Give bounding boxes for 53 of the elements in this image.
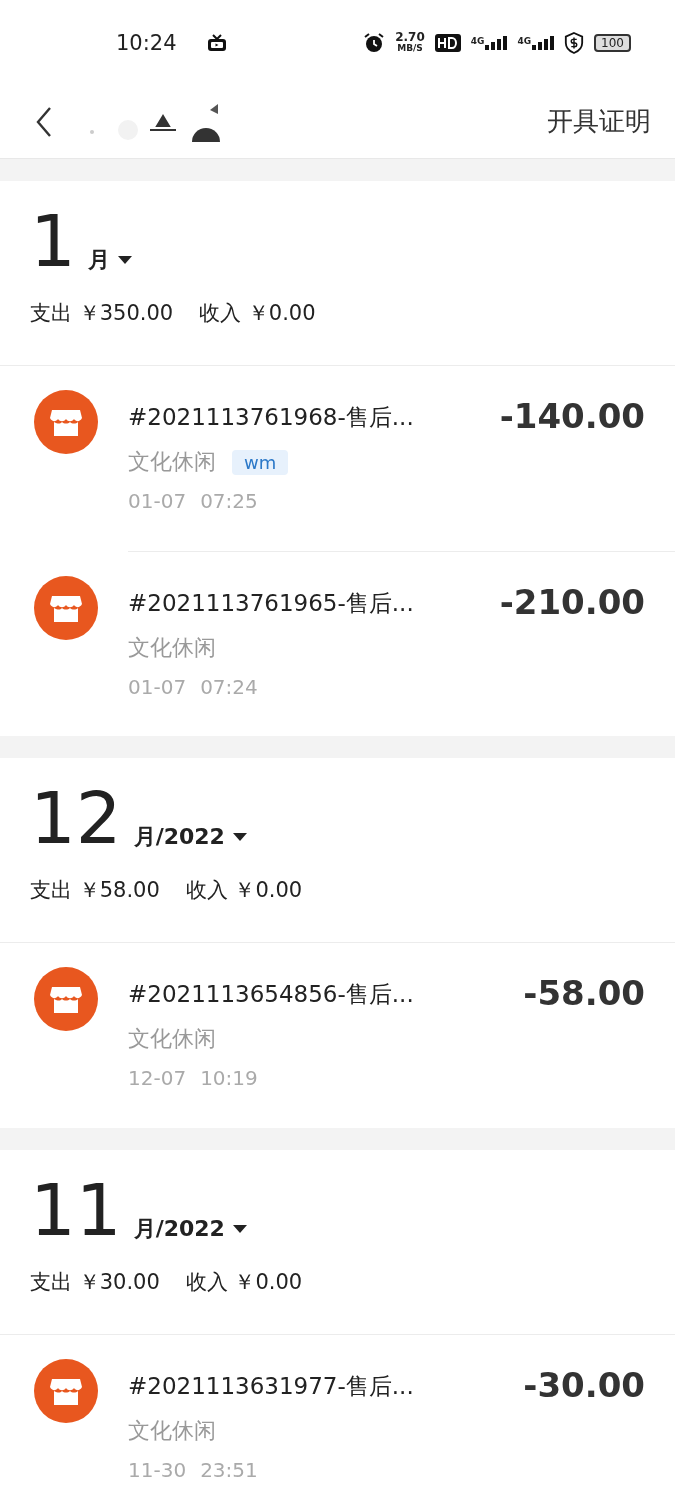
transaction-date: 01-07 xyxy=(128,489,187,513)
transaction-date: 11-30 xyxy=(128,1458,187,1482)
shop-icon xyxy=(34,576,98,640)
transaction-time: 23:51 xyxy=(200,1458,258,1482)
shop-icon xyxy=(34,967,98,1031)
tag: wm xyxy=(232,449,289,475)
network-label: 4G xyxy=(470,35,485,46)
speed-value: 2.70 xyxy=(395,31,425,43)
shop-icon xyxy=(34,1359,98,1423)
income-total: 收入 ￥0.00 xyxy=(199,300,316,327)
expense-total: 支出 ￥30.00 xyxy=(30,1269,160,1296)
status-time: 10:24 xyxy=(116,30,177,55)
signal-icon xyxy=(485,35,508,50)
caret-icon xyxy=(232,833,247,841)
certificate-link[interactable]: 开具证明 xyxy=(547,104,651,139)
shop-icon xyxy=(34,390,98,454)
caret-icon xyxy=(232,1225,247,1233)
month-number: 1 xyxy=(30,203,76,279)
transaction-time: 07:24 xyxy=(200,675,258,699)
transaction-amount: -30.00 xyxy=(523,1364,645,1407)
month-selector[interactable]: 月 xyxy=(75,245,132,279)
transaction-title[interactable]: #2021113654856-售后... xyxy=(128,979,524,1010)
speed-unit: MB/S xyxy=(397,42,423,54)
network-label: 4G xyxy=(517,35,532,46)
income-total: 收入 ￥0.00 xyxy=(185,1269,303,1296)
transaction-title[interactable]: #2021113761965-售后... xyxy=(128,588,500,619)
transaction-time: 07:25 xyxy=(200,489,258,513)
hd-icon xyxy=(434,33,461,52)
transaction-amount: -140.00 xyxy=(499,395,645,438)
category-label: 文化休闲 xyxy=(128,634,216,662)
signal-icon xyxy=(532,35,555,50)
month-number: 11 xyxy=(30,1172,122,1248)
battery-indicator: 100 xyxy=(594,33,631,52)
tv-icon xyxy=(206,33,227,52)
category-label: 文化休闲 xyxy=(128,448,216,476)
month-selector[interactable]: 月/2022 xyxy=(121,1214,247,1248)
transaction-date: 12-07 xyxy=(128,1066,187,1090)
transaction-time: 10:19 xyxy=(200,1066,258,1090)
transaction-title[interactable]: #2021113631977-售后... xyxy=(128,1371,524,1402)
shield-dollar-icon xyxy=(564,31,585,54)
category-label: 文化休闲 xyxy=(128,1417,216,1445)
month-selector[interactable]: 月/2022 xyxy=(121,822,247,856)
caret-icon xyxy=(117,256,132,264)
transaction-date: 01-07 xyxy=(128,675,187,699)
income-total: 收入 ￥0.00 xyxy=(185,877,303,904)
category-label: 文化休闲 xyxy=(128,1025,216,1053)
alarm-icon xyxy=(363,31,386,54)
transaction-amount: -58.00 xyxy=(523,972,645,1015)
expense-total: 支出 ￥350.00 xyxy=(30,300,174,327)
transaction-title[interactable]: #2021113761968-售后... xyxy=(128,402,500,433)
transaction-amount: -210.00 xyxy=(499,581,645,624)
month-number: 12 xyxy=(30,780,122,856)
expense-total: 支出 ￥58.00 xyxy=(30,877,160,904)
